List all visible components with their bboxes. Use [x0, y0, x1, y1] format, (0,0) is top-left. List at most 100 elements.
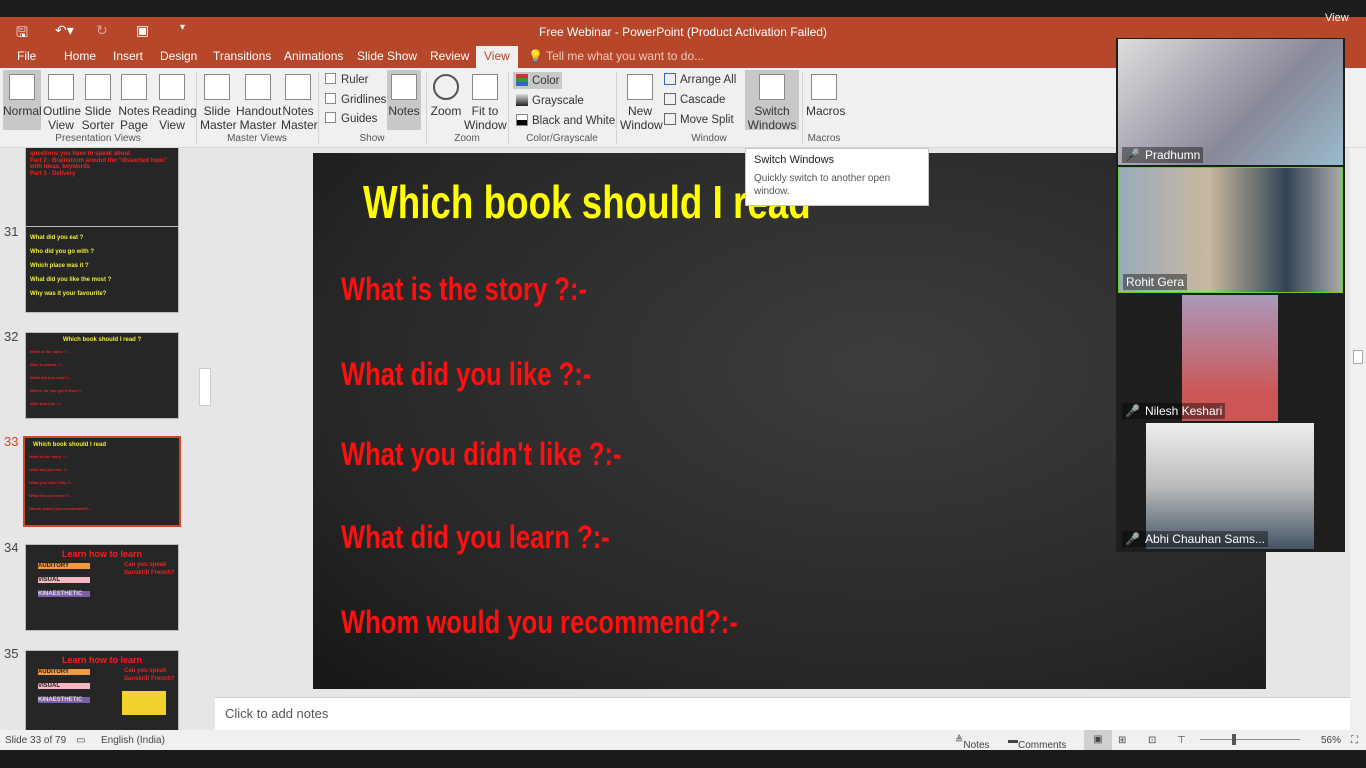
comments-button[interactable]: ▬ Comments — [1008, 735, 1066, 751]
black-white-button[interactable]: Black and White — [516, 114, 615, 127]
tell-me-input[interactable]: 💡 Tell me what you want to do... — [528, 49, 704, 63]
normal-view-icon[interactable]: ▣ — [1084, 730, 1112, 750]
tab-file[interactable]: File — [17, 49, 36, 63]
reading-view-icon[interactable]: ⊡ — [1148, 735, 1156, 746]
notes-page-icon — [121, 74, 147, 100]
ruler-checkbox[interactable]: Ruler — [325, 73, 368, 86]
slide-master-icon — [204, 74, 230, 100]
bw-icon — [516, 114, 528, 126]
participant-video[interactable]: 🎤 Nilesh Keshari — [1118, 295, 1343, 421]
group-label: Zoom — [454, 133, 480, 144]
thumbnail-note-box — [122, 691, 166, 715]
gridlines-checkbox[interactable]: Gridlines — [325, 93, 386, 106]
macros-button[interactable]: Macros — [806, 70, 845, 118]
slide-question[interactable]: What you didn't like ?:- — [341, 436, 622, 473]
editor-scrollbar[interactable] — [1350, 148, 1366, 730]
tab-insert[interactable]: Insert — [113, 49, 143, 63]
slide-number: 35 — [4, 646, 19, 661]
notes-icon — [391, 74, 417, 100]
slide-thumbnail-34[interactable]: Learn how to learn AUDITORY VISUAL KINAESTH… — [25, 544, 179, 631]
notes-pane[interactable]: Click to add notes — [215, 697, 1350, 730]
muted-mic-icon: 🎤 — [1125, 148, 1140, 162]
muted-mic-icon: 🎤 — [1125, 532, 1140, 546]
spellcheck-icon[interactable]: ▭ — [76, 735, 85, 746]
participant-video-active[interactable]: Rohit Gera — [1118, 167, 1343, 293]
zoom-slider[interactable] — [1200, 739, 1300, 740]
fit-icon — [472, 74, 498, 100]
tab-animations[interactable]: Animations — [284, 49, 343, 63]
group-label: Macros — [807, 133, 841, 144]
muted-mic-icon: 🎤 — [1125, 404, 1140, 418]
slide-number: 31 — [4, 224, 19, 239]
normal-view-button[interactable]: Normal — [3, 70, 42, 130]
slide-title[interactable]: Which book should I read — [363, 175, 811, 229]
slide-sorter-button[interactable]: Slide Sorter — [81, 70, 115, 132]
slide-thumbnail-33[interactable]: Which book should I read What is the stor… — [23, 436, 181, 527]
tab-home[interactable]: Home — [64, 49, 96, 63]
arrange-icon — [664, 73, 676, 85]
notes-button[interactable]: ≜ Notes — [955, 735, 990, 751]
arrange-all-button[interactable]: Arrange All — [664, 73, 736, 86]
slide-thumbnail-35[interactable]: Learn how to learn AUDITORY VISUAL KINAESTH… — [25, 650, 179, 730]
fit-to-window-button[interactable]: Fit to Window — [464, 70, 507, 132]
slide-counter: Slide 33 of 79 — [5, 735, 67, 746]
tell-me-text: Tell me what you want to do... — [546, 49, 705, 63]
participant-name: 🎤 Pradhumn — [1122, 147, 1204, 163]
color-icon — [516, 74, 528, 86]
scroll-thumb[interactable] — [1353, 350, 1363, 364]
thumbnail-scrollbar[interactable] — [198, 148, 213, 730]
video-participants-panel: 🎤 Pradhumn Rohit Gera 🎤 Nilesh Keshari 🎤 Ab… — [1116, 38, 1345, 552]
view-label[interactable]: View — [1325, 12, 1349, 24]
participant-video[interactable]: 🎤 Pradhumn — [1118, 39, 1343, 165]
tab-review[interactable]: Review — [430, 49, 469, 63]
slide-master-button[interactable]: Slide Master — [200, 70, 237, 132]
notes-master-button[interactable]: Notes Master — [281, 70, 318, 132]
scroll-thumb[interactable] — [199, 368, 211, 406]
color-button[interactable]: Color — [513, 72, 563, 89]
slide-number: 34 — [4, 540, 19, 555]
group-label: Window — [691, 133, 727, 144]
outline-view-button[interactable]: Outline View — [43, 70, 81, 132]
new-window-button[interactable]: New Window — [620, 70, 663, 132]
slideshow-icon[interactable]: ⊤ — [1177, 735, 1186, 746]
tab-design[interactable]: Design — [160, 49, 197, 63]
slide-sorter-icon[interactable]: ⊞ — [1118, 735, 1126, 746]
move-split-button[interactable]: Move Split — [664, 113, 734, 126]
switch-windows-icon — [759, 74, 785, 100]
language[interactable]: English (India) — [101, 735, 165, 746]
slide-thumbnail-32[interactable]: Which book should I read ? What is the na… — [25, 332, 179, 419]
switch-windows-button[interactable]: Switch Windows — [745, 70, 799, 132]
notes-toggle-button[interactable]: Notes — [387, 70, 421, 130]
slide-question[interactable]: What is the story ?:- — [341, 271, 587, 308]
participant-name: Rohit Gera — [1123, 274, 1188, 290]
zoom-level[interactable]: 56% — [1321, 735, 1341, 746]
thumbnail-side-text: Can you speak Sanskrit/ French? — [124, 562, 175, 576]
tab-transitions[interactable]: Transitions — [213, 49, 271, 63]
handout-master-button[interactable]: Handout Master — [236, 70, 281, 132]
tab-slideshow[interactable]: Slide Show — [357, 49, 417, 63]
slide-thumbnail-30[interactable]: questions you have to speak about Part 2 … — [25, 148, 179, 233]
slide-question[interactable]: What did you like ?:- — [341, 356, 591, 393]
reading-view-button[interactable]: Reading View — [152, 70, 197, 132]
zoom-slider-thumb[interactable] — [1232, 734, 1236, 745]
macros-icon — [811, 74, 837, 100]
slide-question[interactable]: What did you learn ?:- — [341, 519, 610, 556]
grayscale-icon — [516, 94, 528, 106]
group-label: Show — [359, 133, 385, 144]
tab-view[interactable]: View — [476, 46, 518, 68]
slide-number: 32 — [4, 329, 19, 344]
notes-page-button[interactable]: Notes Page — [117, 70, 151, 132]
zoom-button[interactable]: Zoom — [430, 70, 462, 118]
group-label: Presentation Views — [55, 133, 141, 144]
guides-checkbox[interactable]: Guides — [325, 112, 377, 125]
slide-question[interactable]: Whom would you recommend?:- — [341, 604, 738, 641]
notes-placeholder: Click to add notes — [225, 706, 329, 721]
reading-icon — [159, 74, 185, 100]
cascade-button[interactable]: Cascade — [664, 93, 725, 106]
notes-master-icon — [285, 74, 311, 100]
slide-thumbnail-pane: questions you have to speak about Part 2 … — [0, 148, 215, 730]
grayscale-button[interactable]: Grayscale — [516, 94, 584, 107]
fit-slide-icon[interactable]: ⛶ — [1351, 735, 1358, 746]
participant-video[interactable]: 🎤 Abhi Chauhan Sams... — [1118, 423, 1343, 549]
slide-thumbnail-31[interactable]: What did you eat ? Who did you go with ? W… — [25, 226, 179, 313]
